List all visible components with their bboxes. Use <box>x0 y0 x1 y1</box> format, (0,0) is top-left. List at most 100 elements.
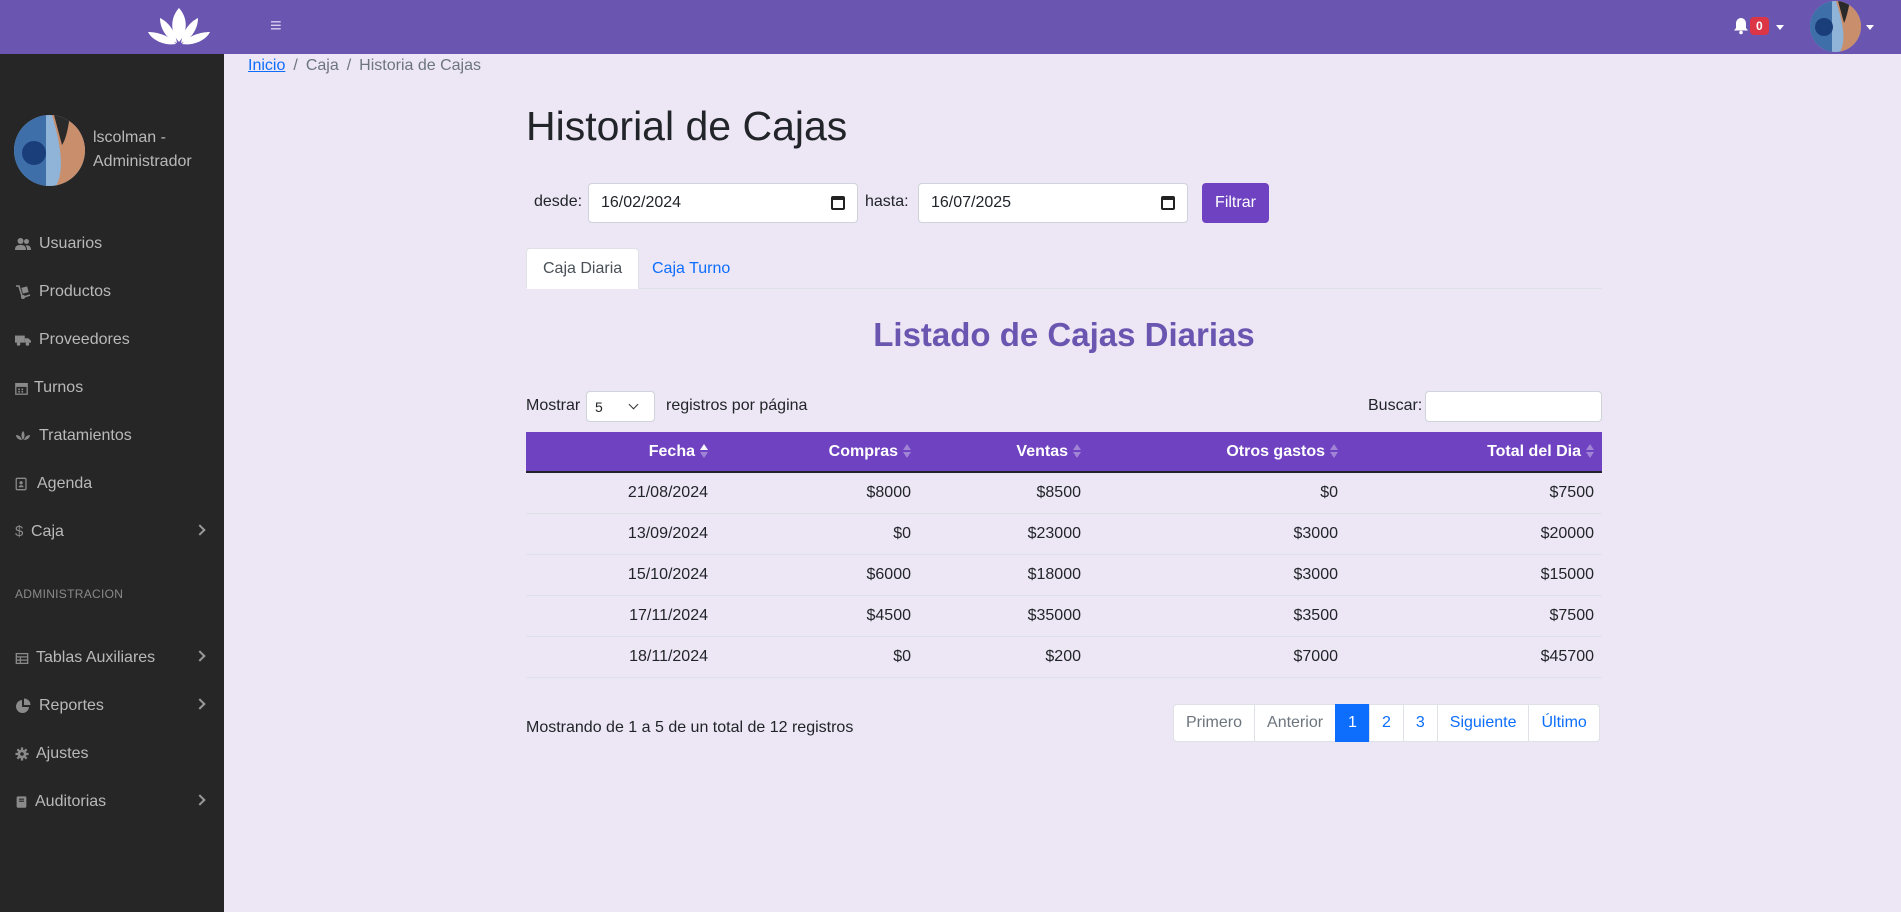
table-row: 15/10/2024 $6000 $18000 $3000 $15000 <box>526 554 1602 596</box>
cell-total: $20000 <box>1346 513 1602 555</box>
breadcrumb: Inicio / Caja / Historia de Cajas <box>248 57 481 75</box>
notifications-caret-icon[interactable] <box>1776 25 1784 30</box>
column-header-label: Fecha <box>648 442 695 460</box>
top-navbar: ≡ 0 <box>0 0 1901 54</box>
column-header-label: Ventas <box>1016 442 1068 460</box>
sidebar-item-agenda[interactable]: Agenda <box>0 464 224 504</box>
sidebar-item-proveedores[interactable]: Proveedores <box>0 320 224 360</box>
breadcrumb-home-link[interactable]: Inicio <box>248 57 285 74</box>
cell-ventas: $18000 <box>919 554 1089 596</box>
column-header-ventas[interactable]: Ventas <box>919 432 1089 473</box>
breadcrumb-separator: / <box>293 57 298 74</box>
show-label: Mostrar <box>526 397 581 414</box>
hamburger-icon[interactable]: ≡ <box>270 14 282 38</box>
sidebar-item-label: Usuarios <box>39 235 103 252</box>
chevron-right-icon <box>194 794 206 806</box>
column-header-otros-gastos[interactable]: Otros gastos <box>1089 432 1346 473</box>
sidebar-item-label: Agenda <box>37 475 93 492</box>
address-book-icon <box>15 477 27 491</box>
cell-compras: $4500 <box>716 595 919 637</box>
bell-icon[interactable] <box>1733 17 1749 35</box>
cell-fecha: 21/08/2024 <box>526 472 716 514</box>
per-page-label: registros por página <box>666 397 808 414</box>
column-header-label: Compras <box>828 442 898 460</box>
calendar-icon <box>15 382 28 395</box>
sidebar-item-label: Reportes <box>39 697 104 714</box>
lotus-logo-icon[interactable] <box>146 6 212 48</box>
search-input[interactable] <box>1425 391 1602 422</box>
from-date-value: 16/02/2024 <box>601 194 682 211</box>
cell-ventas: $35000 <box>919 595 1089 637</box>
cell-otros-gastos: $3000 <box>1089 513 1346 555</box>
dollar-icon: $ <box>15 523 24 540</box>
pagination-page-3[interactable]: 3 <box>1402 704 1438 742</box>
column-header-compras[interactable]: Compras <box>716 432 919 473</box>
cell-ventas: $200 <box>919 636 1089 678</box>
pagination: Primero Anterior 1 2 3 Siguiente Último <box>1173 704 1600 742</box>
cell-otros-gastos: $0 <box>1089 472 1346 514</box>
sort-icon <box>1330 444 1338 459</box>
sidebar-item-tratamientos[interactable]: Tratamientos <box>0 416 224 456</box>
page-size-value: 5 <box>595 398 603 415</box>
notification-badge: 0 <box>1750 17 1769 35</box>
chevron-down-icon <box>628 399 639 410</box>
cell-compras: $0 <box>716 513 919 555</box>
from-date-input[interactable]: 16/02/2024 <box>588 183 858 223</box>
cell-fecha: 15/10/2024 <box>526 554 716 596</box>
sort-icon <box>1073 444 1081 459</box>
sort-icon <box>903 444 911 459</box>
search-label: Buscar: <box>1368 397 1423 414</box>
sidebar-item-auditorias[interactable]: Auditorias <box>0 782 224 822</box>
breadcrumb-current: Historia de Cajas <box>359 57 481 74</box>
sidebar-item-label: Caja <box>31 523 64 540</box>
pagination-previous[interactable]: Anterior <box>1254 704 1337 742</box>
calendar-picker-icon[interactable] <box>831 196 845 210</box>
cell-ventas: $8500 <box>919 472 1089 514</box>
column-header-label: Total del Dia <box>1487 442 1581 460</box>
list-title: Listado de Cajas Diarias <box>873 316 1255 353</box>
chevron-right-icon <box>194 698 206 710</box>
sidebar-item-label: Turnos <box>34 379 84 396</box>
calendar-picker-icon[interactable] <box>1161 196 1175 210</box>
pagination-first[interactable]: Primero <box>1173 704 1256 742</box>
column-header-total-del-dia[interactable]: Total del Dia <box>1346 432 1602 473</box>
table-info: Mostrando de 1 a 5 de un total de 12 reg… <box>526 719 854 736</box>
tab-caja-turno[interactable]: Caja Turno <box>636 248 746 289</box>
from-date-label: desde: <box>534 193 583 210</box>
tab-caja-diaria[interactable]: Caja Diaria <box>526 248 640 289</box>
column-header-fecha[interactable]: Fecha <box>526 432 716 473</box>
sidebar-item-caja[interactable]: $ Caja <box>0 512 224 552</box>
cell-total: $45700 <box>1346 636 1602 678</box>
sort-asc-icon <box>700 444 708 459</box>
sidebar-item-ajustes[interactable]: Ajustes <box>0 734 224 774</box>
cell-fecha: 18/11/2024 <box>526 636 716 678</box>
page-title: Historial de Cajas <box>526 103 848 149</box>
sidebar-item-reportes[interactable]: Reportes <box>0 686 224 726</box>
table-row: 21/08/2024 $8000 $8500 $0 $7500 <box>526 472 1602 514</box>
user-menu-caret-icon[interactable] <box>1866 25 1874 30</box>
user-avatar[interactable] <box>1810 1 1861 52</box>
filter-button[interactable]: Filtrar <box>1202 183 1269 223</box>
page-size-select[interactable]: 5 <box>586 391 655 422</box>
pagination-last[interactable]: Último <box>1528 704 1600 742</box>
cajas-table: Fecha Compras Ventas Otros gastos Total … <box>526 432 1602 678</box>
cell-otros-gastos: $7000 <box>1089 636 1346 678</box>
breadcrumb-separator: / <box>346 57 352 74</box>
pagination-page-1[interactable]: 1 <box>1335 704 1370 742</box>
sidebar-item-usuarios[interactable]: Usuarios <box>0 224 224 264</box>
cell-total: $7500 <box>1346 472 1602 514</box>
cell-compras: $8000 <box>716 472 919 514</box>
sidebar-item-productos[interactable]: Productos <box>0 272 224 312</box>
table-icon <box>15 652 29 664</box>
sidebar-item-label: Productos <box>39 283 112 300</box>
to-date-input[interactable]: 16/07/2025 <box>918 183 1188 223</box>
sidebar-item-turnos[interactable]: Turnos <box>0 368 224 408</box>
sidebar-item-tablas-auxiliares[interactable]: Tablas Auxiliares <box>0 638 224 678</box>
pagination-next[interactable]: Siguiente <box>1436 704 1530 742</box>
cell-total: $15000 <box>1346 554 1602 596</box>
table-row: 18/11/2024 $0 $200 $7000 $45700 <box>526 636 1602 678</box>
to-date-value: 16/07/2025 <box>931 194 1012 211</box>
chart-pie-icon <box>16 698 31 713</box>
sort-icon <box>1586 444 1594 459</box>
pagination-page-2[interactable]: 2 <box>1368 704 1404 742</box>
